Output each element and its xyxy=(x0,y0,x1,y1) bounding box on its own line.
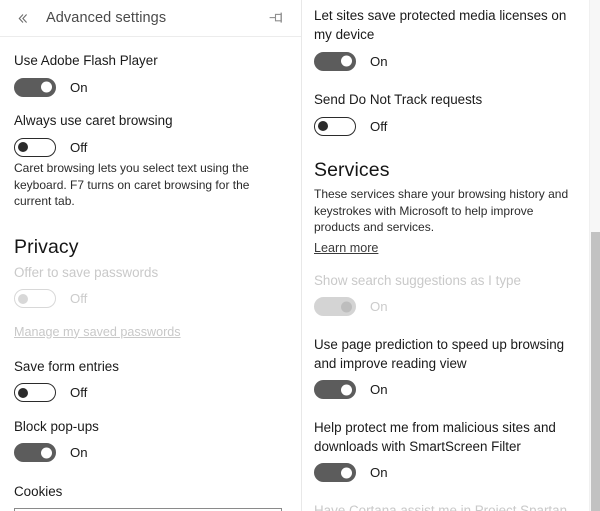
setting-caret-browsing: Always use caret browsing Off Caret brow… xyxy=(14,111,287,210)
setting-label: Use Adobe Flash Player xyxy=(14,53,158,68)
toggle-state-label: Off xyxy=(70,139,88,155)
section-heading-services: Services xyxy=(314,159,390,181)
link-manage-saved-passwords[interactable]: Manage my saved passwords xyxy=(14,325,181,339)
pin-icon[interactable] xyxy=(265,7,287,29)
toggle-row: On xyxy=(314,462,582,484)
vertical-scrollbar-thumb[interactable] xyxy=(591,232,600,511)
services-description: These services share your browsing histo… xyxy=(314,187,569,234)
toggle-adobe-flash-player[interactable] xyxy=(14,77,56,97)
toggle-offer-save-passwords xyxy=(14,289,56,308)
toggle-state-label: Off xyxy=(70,385,88,400)
setting-page-prediction: Use page prediction to speed up browsing… xyxy=(314,335,582,401)
link-learn-more[interactable]: Learn more xyxy=(314,241,378,255)
toggle-row: On xyxy=(314,50,582,72)
setting-label: Help protect me from malicious sites and… xyxy=(314,419,556,454)
setting-do-not-track: Send Do Not Track requests Off xyxy=(314,90,582,137)
manage-passwords-link-wrap: Manage my saved passwords xyxy=(14,323,287,341)
toggle-knob xyxy=(341,467,352,478)
learn-more-link-wrap: Learn more xyxy=(314,239,582,257)
toggle-knob xyxy=(341,384,352,395)
setting-cookies: Cookies Don't block cookies xyxy=(14,482,287,511)
toggle-knob xyxy=(318,121,328,131)
setting-label: Offer to save passwords xyxy=(14,264,159,280)
toggle-do-not-track[interactable] xyxy=(314,116,356,136)
vertical-scrollbar-track[interactable] xyxy=(589,0,600,511)
toggle-state-label: Off xyxy=(70,291,88,306)
toggle-save-form-entries[interactable] xyxy=(14,383,56,402)
toggle-search-suggestions xyxy=(314,297,356,316)
setting-block-popups: Block pop-ups On xyxy=(14,417,287,464)
setting-label: Send Do Not Track requests xyxy=(314,92,483,107)
toggle-page-prediction[interactable] xyxy=(314,380,356,399)
cookies-dropdown[interactable]: Don't block cookies xyxy=(14,507,282,511)
toggle-state-label: On xyxy=(370,299,388,314)
toggle-row: On xyxy=(14,442,287,464)
left-column-body: Use Adobe Flash Player On Always use car… xyxy=(0,37,301,511)
page-title: Advanced settings xyxy=(46,10,167,26)
setting-label: Block pop-ups xyxy=(14,418,99,434)
toggle-row: Off xyxy=(314,115,582,137)
settings-column-right: Let sites save protected media licenses … xyxy=(302,0,600,511)
toggle-state-label: On xyxy=(370,53,388,69)
toggle-state-label: Off xyxy=(370,118,388,134)
toggle-knob xyxy=(18,142,28,152)
caret-browsing-help-text: Caret browsing lets you select text usin… xyxy=(14,161,250,208)
toggle-state-label: On xyxy=(70,445,88,460)
toggle-state-label: On xyxy=(70,79,88,95)
toggle-knob xyxy=(41,81,52,93)
toggle-knob xyxy=(18,293,28,304)
setting-label: Have Cortana assist me in Project Sparta… xyxy=(314,502,568,511)
toggle-row: On xyxy=(314,379,582,401)
toggle-knob xyxy=(341,55,352,67)
panel-header: Advanced settings xyxy=(0,0,301,37)
setting-offer-save-passwords: Offer to save passwords Off xyxy=(14,263,287,310)
toggle-knob xyxy=(18,387,28,398)
toggle-row: On xyxy=(314,296,582,318)
setting-label: Save form entries xyxy=(14,358,119,374)
toggle-caret-browsing[interactable] xyxy=(14,137,56,157)
toggle-protected-media-licenses[interactable] xyxy=(314,51,356,71)
settings-column-left: Advanced settings Use Adobe Flash Player… xyxy=(0,0,302,511)
toggle-knob xyxy=(41,447,52,458)
toggle-state-label: On xyxy=(370,382,388,397)
setting-protected-media-licenses: Let sites save protected media licenses … xyxy=(314,6,582,72)
setting-label: Show search suggestions as I type xyxy=(314,272,521,288)
toggle-row: Off xyxy=(14,382,287,404)
toggle-smartscreen-filter[interactable] xyxy=(314,463,356,482)
setting-label: Always use caret browsing xyxy=(14,113,173,128)
toggle-state-label: On xyxy=(370,465,388,480)
setting-label: Let sites save protected media licenses … xyxy=(314,8,567,42)
setting-save-form-entries: Save form entries Off xyxy=(14,357,287,404)
setting-search-suggestions: Show search suggestions as I type On xyxy=(314,271,582,318)
double-chevron-left-icon[interactable] xyxy=(14,10,30,26)
toggle-row: Off xyxy=(14,136,287,158)
setting-label: Cookies xyxy=(14,483,63,499)
advanced-settings-pane: Advanced settings Use Adobe Flash Player… xyxy=(0,0,600,511)
section-heading-privacy: Privacy xyxy=(14,235,79,258)
toggle-row: On xyxy=(14,76,287,98)
setting-label: Use page prediction to speed up browsing… xyxy=(314,336,565,371)
toggle-row: Off xyxy=(14,288,287,310)
setting-adobe-flash-player: Use Adobe Flash Player On xyxy=(14,51,287,98)
setting-smartscreen-filter: Help protect me from malicious sites and… xyxy=(314,418,582,484)
setting-cortana-assist: Have Cortana assist me in Project Sparta… xyxy=(314,501,582,511)
toggle-knob xyxy=(341,301,352,312)
toggle-block-popups[interactable] xyxy=(14,443,56,462)
